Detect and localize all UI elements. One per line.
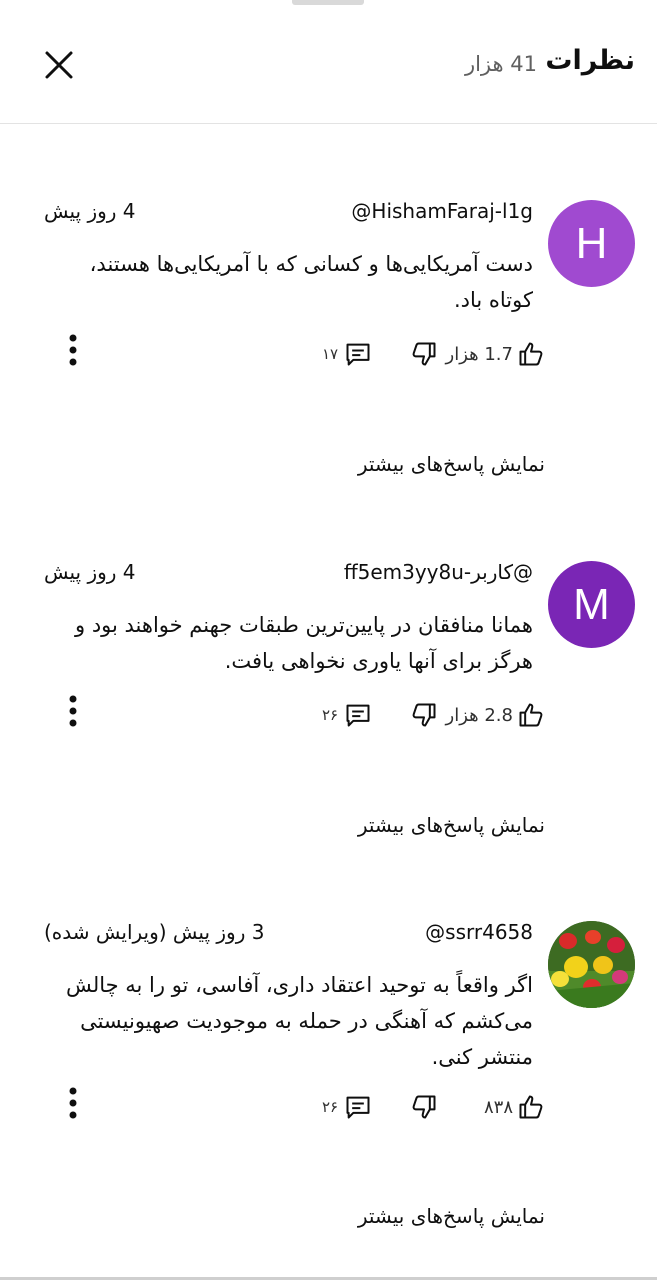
reply-button[interactable]: ۲۶ xyxy=(322,701,372,729)
show-more-replies-button[interactable]: نمایش پاسخ‌های بیشتر xyxy=(358,452,545,476)
show-more-replies-button[interactable]: نمایش پاسخ‌های بیشتر xyxy=(358,813,545,837)
reply-icon xyxy=(346,1096,370,1119)
avatar[interactable]: H xyxy=(548,200,635,287)
thumb-up-icon xyxy=(519,1095,543,1119)
comment-text: دست آمریکایی‌ها و کسانی که با آمریکایی‌ه… xyxy=(89,252,533,312)
comments-header: نظرات 41 هزار xyxy=(0,0,657,124)
thumb-up-icon xyxy=(519,342,543,366)
tulips-photo xyxy=(548,921,635,1008)
comment-time: 3 روز پیش (ویرایش شده) xyxy=(44,920,265,944)
more-vert-icon xyxy=(69,695,77,727)
reply-count: ۲۶ xyxy=(322,1098,339,1116)
dislike-button[interactable] xyxy=(410,701,438,733)
avatar[interactable]: M xyxy=(548,561,635,648)
thumb-down-icon xyxy=(412,703,436,727)
like-button[interactable]: 1.7 هزار xyxy=(446,334,545,374)
like-button[interactable]: ۸۳۸ xyxy=(484,1087,545,1127)
show-more-replies-button[interactable]: نمایش پاسخ‌های بیشتر xyxy=(358,1204,545,1228)
more-options-button[interactable] xyxy=(60,691,86,731)
comment-text: همانا منافقان در پایین‌ترین طبقات جهنم خ… xyxy=(75,613,533,673)
avatar[interactable] xyxy=(548,921,635,1008)
comment-count: 41 هزار xyxy=(464,52,537,76)
page-title: نظرات xyxy=(545,45,635,76)
comment-time: 4 روز پیش xyxy=(44,199,136,223)
comment-author[interactable]: @کاربر-ff5em3yy8u xyxy=(344,560,533,584)
reply-icon xyxy=(346,704,370,727)
like-count: 2.8 هزار xyxy=(445,704,513,726)
reply-count: ۲۶ xyxy=(322,706,339,724)
like-count: ۸۳۸ xyxy=(483,1096,513,1118)
more-options-button[interactable] xyxy=(60,330,86,370)
reply-button[interactable]: ۱۷ xyxy=(322,340,372,368)
close-button[interactable] xyxy=(38,44,80,86)
dislike-button[interactable] xyxy=(410,340,438,372)
thumb-down-icon xyxy=(412,1095,436,1119)
comment-text: اگر واقعاً به توحید اعتقاد داری، آفاسی، … xyxy=(66,973,533,1069)
reply-icon xyxy=(346,343,370,366)
like-button[interactable]: 2.8 هزار xyxy=(446,695,545,735)
avatar-letter: M xyxy=(573,579,610,629)
avatar-letter: H xyxy=(575,218,608,268)
more-vert-icon xyxy=(69,1087,77,1119)
comment-time: 4 روز پیش xyxy=(44,560,136,584)
comment-author[interactable]: @HishamFaraj-l1g xyxy=(351,199,533,223)
comment-author[interactable]: @ssrr4658 xyxy=(425,920,533,944)
comment-actions: 1.7 هزار ۱۷ xyxy=(0,334,657,374)
dislike-button[interactable] xyxy=(410,1093,438,1125)
more-options-button[interactable] xyxy=(60,1083,86,1123)
close-icon xyxy=(45,51,73,79)
thumb-up-icon xyxy=(519,703,543,727)
thumb-down-icon xyxy=(412,342,436,366)
reply-button[interactable]: ۲۶ xyxy=(322,1093,372,1121)
comment-actions: ۸۳۸ ۲۶ xyxy=(0,1087,657,1127)
more-vert-icon xyxy=(69,334,77,366)
reply-count: ۱۷ xyxy=(322,345,339,363)
like-count: 1.7 هزار xyxy=(445,343,513,365)
comment-actions: 2.8 هزار ۲۶ xyxy=(0,695,657,735)
